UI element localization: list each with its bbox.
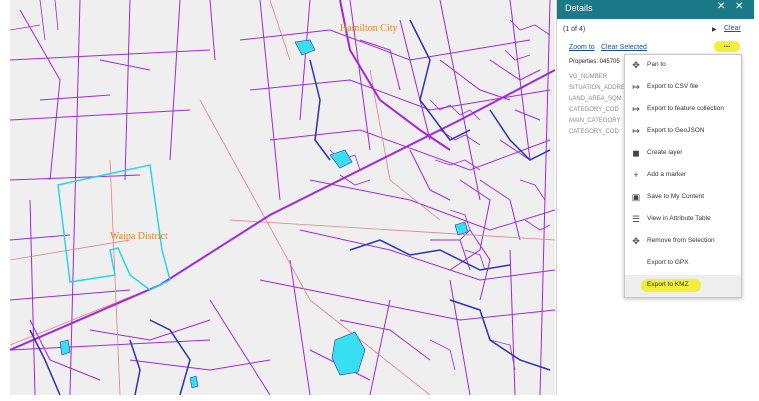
field-label: VG_NUMBER (569, 74, 608, 80)
field-label: CATEGORY_COD (569, 107, 619, 113)
remove-icon: ✥ (632, 236, 640, 246)
menu-item-add-marker[interactable]: + Add a marker (625, 165, 741, 187)
menu-item-remove-selection[interactable]: ✥ Remove from Selection (625, 231, 741, 253)
export-icon: ↦ (632, 104, 640, 114)
menu-item-label: Export to feature collection (647, 105, 724, 112)
menu-item-label: Pan to (647, 61, 666, 68)
pan-icon: ✥ (632, 60, 640, 70)
clear-selected-link[interactable]: Clear Selected (601, 44, 647, 51)
zoom-to-link[interactable]: Zoom to (569, 44, 595, 51)
menu-item-export-csv[interactable]: ↦ Export to CSV file (625, 77, 741, 99)
field-label: CATEGORY_COD (569, 129, 619, 135)
export-icon: ↦ (632, 82, 640, 92)
road-lines (10, 0, 555, 395)
properties-id: Properties: 045705 (569, 59, 620, 65)
menu-item-attribute-table[interactable]: ☰ View in Attribute Table (625, 209, 741, 231)
menu-item-label: Create layer (647, 149, 683, 156)
next-arrow-icon[interactable]: ▶ (712, 26, 717, 33)
menu-item-label: View in Attribute Table (647, 215, 711, 222)
field-label: LAND_AREA_SQM (569, 96, 622, 102)
menu-item-export-kmz[interactable]: Export to KMZ (625, 275, 741, 297)
actions-menu: ✥ Pan to ↦ Export to CSV file ↦ Export t… (624, 54, 742, 298)
menu-item-label: Remove from Selection (647, 237, 715, 244)
menu-item-label: Export to CSV file (647, 83, 699, 90)
menu-item-export-feature-collection[interactable]: ↦ Export to feature collection (625, 99, 741, 121)
more-options-button[interactable]: ... (714, 41, 740, 52)
menu-item-label: Export to GeoJSON (647, 127, 705, 134)
layer-icon: ◼ (632, 148, 640, 158)
panel-title: Details (565, 3, 593, 13)
highway (10, 0, 555, 351)
river-lines (29, 19, 551, 395)
menu-item-label: Export to GPX (647, 259, 689, 266)
menu-item-label: Export to KMZ (647, 281, 689, 288)
map-view[interactable]: Hamilton City Waipa District (10, 0, 555, 395)
parcel-lines (10, 0, 555, 395)
result-count: (1 of 4) (563, 26, 586, 33)
menu-item-label: Add a marker (647, 171, 687, 178)
water-bodies (59, 39, 469, 389)
menu-item-label: Save to My Content (647, 193, 705, 200)
menu-item-save-content[interactable]: ▣ Save to My Content (625, 187, 741, 209)
field-label: SITUATION_ADDRE (569, 85, 625, 91)
selected-parcel[interactable] (57, 164, 171, 291)
panel-header: Details ✕ ✕ (557, 0, 754, 19)
menu-item-pan-to[interactable]: ✥ Pan to (625, 55, 741, 77)
city-label: Hamilton City (340, 23, 398, 34)
table-icon: ☰ (631, 214, 641, 224)
menu-item-export-gpx[interactable]: Export to GPX (625, 253, 741, 275)
clear-link[interactable]: Clear (724, 25, 741, 32)
menu-item-export-geojson[interactable]: ↦ Export to GeoJSON (625, 121, 741, 143)
plus-icon: + (633, 170, 639, 180)
menu-item-create-layer[interactable]: ◼ Create layer (625, 143, 741, 165)
collapse-icon[interactable]: ✕ (717, 1, 725, 12)
field-label: MAIN_CATEGORY (569, 118, 621, 124)
save-icon: ▣ (631, 192, 641, 202)
district-label: Waipa District (110, 231, 168, 242)
close-icon[interactable]: ✕ (735, 1, 743, 12)
export-icon: ↦ (632, 126, 640, 136)
map-canvas[interactable] (10, 0, 555, 395)
